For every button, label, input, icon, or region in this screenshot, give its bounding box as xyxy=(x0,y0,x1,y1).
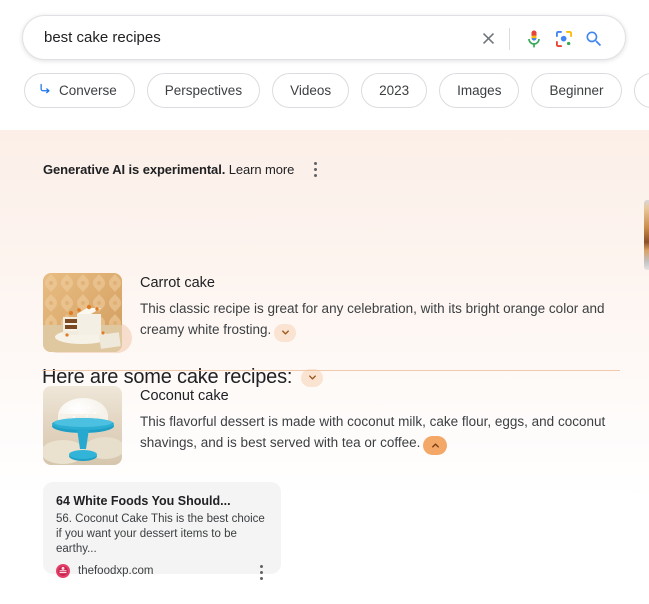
disclaimer-text: Generative AI is experimental. Learn mor… xyxy=(43,162,294,177)
filter-chip-label: Videos xyxy=(290,83,332,98)
recipe-description-text: This classic recipe is great for any cel… xyxy=(140,301,605,337)
converse-arrow-icon xyxy=(38,82,53,100)
source-card-domain: thefoodxp.com xyxy=(78,565,154,577)
filter-chip-converse[interactable]: Converse xyxy=(24,73,135,108)
filter-chips-row: Converse Perspectives Videos 2023 Images… xyxy=(24,73,649,108)
recipe-title: Carrot cake xyxy=(140,275,215,291)
search-bar-container xyxy=(22,15,626,60)
recipe-item-carrot-cake[interactable]: Carrot cake This classic recipe is great… xyxy=(43,273,649,352)
filter-chip-label: Perspectives xyxy=(164,83,243,98)
filter-chip-perspectives[interactable]: Perspectives xyxy=(146,73,261,108)
coconut-cake-photo[interactable] xyxy=(43,386,122,465)
search-results-page: Converse Perspectives Videos 2023 Images… xyxy=(0,0,649,604)
recipe-title: Coconut cake xyxy=(140,388,229,404)
chevron-down-icon[interactable] xyxy=(274,323,297,342)
search-input[interactable] xyxy=(44,23,484,52)
chevron-down-icon[interactable] xyxy=(301,368,324,387)
source-card-title: 64 White Foods You Should... xyxy=(56,494,231,508)
filter-chip-beginner[interactable]: Beginner xyxy=(531,73,622,108)
google-lens-icon[interactable] xyxy=(549,24,579,54)
kebab-menu-icon[interactable] xyxy=(307,160,323,178)
filter-chip-2023[interactable]: 2023 xyxy=(361,73,428,108)
filter-chip-label: Converse xyxy=(59,83,117,98)
thefoodxp-favicon xyxy=(56,564,70,578)
disclaimer-label: Generative AI is experimental. xyxy=(43,161,226,177)
recipe-text-block: Coconut cake This flavorful dessert is m… xyxy=(140,386,649,465)
filter-chip-label: Images xyxy=(457,83,502,98)
chevron-up-icon[interactable] xyxy=(423,436,448,455)
close-icon[interactable] xyxy=(473,24,503,54)
recipe-description: This flavorful dessert is made with coco… xyxy=(140,411,649,455)
kebab-menu-icon[interactable] xyxy=(253,563,269,581)
filter-chip-videos[interactable]: Videos xyxy=(272,73,350,108)
generative-ai-disclaimer-row: Generative AI is experimental. Learn mor… xyxy=(43,160,323,178)
source-card-footer: thefoodxp.com xyxy=(56,563,269,581)
microphone-icon[interactable] xyxy=(519,24,549,54)
recipe-item-coconut-cake[interactable]: Coconut cake This flavorful dessert is m… xyxy=(43,386,649,465)
search-bar-actions xyxy=(473,16,609,61)
source-card[interactable]: 64 White Foods You Should... 56. Coconut… xyxy=(43,482,281,580)
search-icon[interactable] xyxy=(579,24,609,54)
recipe-divider xyxy=(42,370,620,371)
filter-chip-vegan[interactable]: Vegan xyxy=(633,73,649,108)
recipe-description-text: This flavorful dessert is made with coco… xyxy=(140,414,606,450)
recipe-description: This classic recipe is great for any cel… xyxy=(140,298,649,342)
recipe-text-block: Carrot cake This classic recipe is great… xyxy=(140,273,649,352)
divider xyxy=(509,27,510,50)
filter-chip-images[interactable]: Images xyxy=(439,73,520,108)
search-bar[interactable] xyxy=(22,15,626,60)
ai-overview-panel: Generative AI is experimental. Learn mor… xyxy=(0,130,649,604)
offscreen-image-card[interactable] xyxy=(644,200,649,270)
filter-chip-label: Beginner xyxy=(549,83,604,98)
carrot-cake-photo[interactable] xyxy=(43,273,122,352)
source-card-snippet: 56. Coconut Cake This is the best choice… xyxy=(56,513,265,555)
learn-more-link[interactable]: Learn more xyxy=(229,162,295,177)
filter-chip-label: 2023 xyxy=(379,83,410,98)
